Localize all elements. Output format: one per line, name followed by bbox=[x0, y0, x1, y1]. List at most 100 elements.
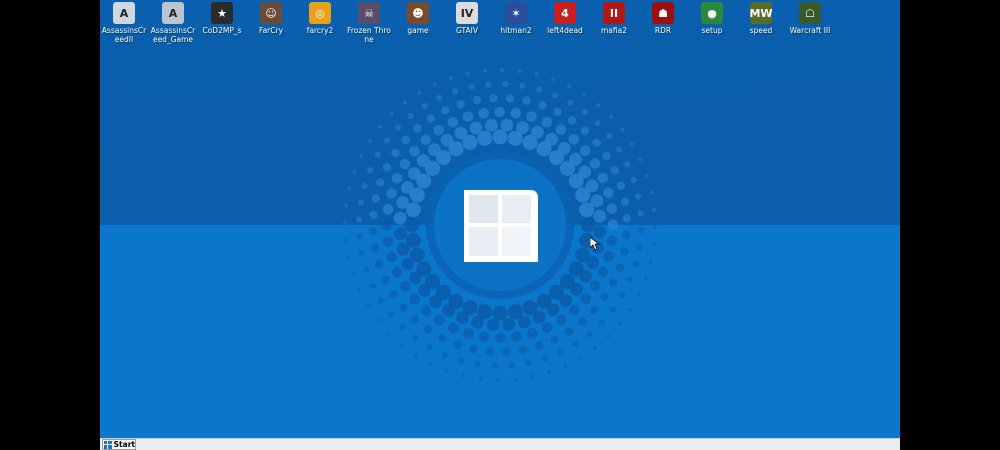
farcry-face-icon: ☺ bbox=[260, 2, 282, 24]
wallpaper-dot bbox=[420, 134, 432, 146]
desktop[interactable]: A AssassinsCreedII A AssassinsCreed_Game ★ Co… bbox=[100, 0, 900, 438]
wallpaper-dot bbox=[538, 101, 547, 110]
wallpaper-dot bbox=[535, 86, 543, 93]
wallpaper-dot bbox=[399, 303, 408, 312]
wallpaper-dot bbox=[471, 316, 484, 329]
desktop-icon-label: RDR bbox=[654, 26, 672, 35]
wallpaper-dot bbox=[438, 333, 447, 343]
wallpaper-dot bbox=[508, 362, 515, 369]
wallpaper-dot bbox=[567, 84, 572, 89]
wallpaper-dot bbox=[489, 94, 498, 103]
desktop-icon-label: left4dead bbox=[547, 26, 583, 35]
wallpaper-dot bbox=[510, 107, 522, 119]
wallpaper-dot bbox=[456, 100, 465, 109]
wallpaper-dot bbox=[500, 118, 514, 132]
wallpaper-dot bbox=[396, 196, 409, 209]
desktop-icon-8[interactable]: ✶ hitman2 bbox=[492, 2, 540, 35]
desktop-icon-label: FarCry bbox=[258, 26, 284, 35]
wallpaper-dot bbox=[628, 307, 633, 312]
wallpaper-dot bbox=[420, 305, 432, 316]
wallpaper-dot bbox=[622, 214, 631, 223]
wallpaper-dot bbox=[484, 119, 498, 132]
wallpaper-dot bbox=[609, 114, 614, 119]
wallpaper-dot bbox=[615, 146, 623, 153]
wallpaper-dot bbox=[452, 88, 459, 95]
wallpaper-dot bbox=[407, 167, 421, 180]
wallpaper-dot bbox=[387, 311, 395, 318]
wallpaper-dot bbox=[606, 203, 618, 214]
desktop-icon-10[interactable]: II mafia2 bbox=[590, 2, 638, 35]
desktop-icon-11[interactable]: ☗ RDR bbox=[639, 2, 687, 35]
desktop-icon-9[interactable]: 4 left4dead bbox=[541, 2, 589, 35]
desktop-icon-0[interactable]: A AssassinsCreedII bbox=[100, 2, 148, 44]
desktop-icon-row: A AssassinsCreedII A AssassinsCreed_Game ★ Co… bbox=[100, 0, 900, 50]
wallpaper-dot bbox=[586, 330, 593, 338]
wallpaper-dot bbox=[389, 289, 398, 299]
wallpaper-dot bbox=[441, 351, 449, 358]
desktop-icon-1[interactable]: A AssassinsCreed_Game bbox=[149, 2, 197, 44]
wallpaper-dot bbox=[638, 157, 643, 162]
desktop-icon-label: Warcraft III bbox=[789, 26, 831, 35]
wallpaper-dot bbox=[603, 187, 614, 199]
wallpaper-dot bbox=[619, 292, 626, 299]
hitman2-icon: ✶ bbox=[505, 2, 527, 24]
desktop-icon-13[interactable]: MW speed bbox=[737, 2, 785, 35]
wallpaper-dot bbox=[518, 345, 528, 355]
wallpaper-dot bbox=[433, 124, 444, 136]
wallpaper-dot bbox=[605, 132, 613, 139]
wallpaper-dot bbox=[617, 321, 622, 326]
wallpaper-dot bbox=[495, 378, 500, 382]
wallpaper-dot bbox=[382, 236, 394, 247]
wallpaper-dot bbox=[505, 94, 515, 103]
desktop-icon-2[interactable]: ★ CoD2MP_s bbox=[198, 2, 246, 35]
desktop-icon-label: CoD2MP_s bbox=[202, 26, 242, 35]
desktop-icon-6[interactable]: ☻ game bbox=[394, 2, 442, 35]
wallpaper-dot bbox=[386, 188, 397, 199]
wallpaper-dot bbox=[545, 132, 558, 146]
wallpaper-dot bbox=[482, 68, 487, 73]
wallpaper-dot bbox=[389, 111, 394, 116]
desktop-icon-7[interactable]: IV GTAIV bbox=[443, 2, 491, 35]
wallpaper-dot bbox=[502, 318, 516, 331]
desktop-icon-3[interactable]: ☺ FarCry bbox=[247, 2, 295, 35]
wallpaper-dot bbox=[541, 355, 548, 362]
assassins-creed-icon: A bbox=[162, 2, 184, 24]
wallpaper-dot bbox=[347, 186, 352, 191]
desktop-icon-14[interactable]: ☖ Warcraft III bbox=[786, 2, 834, 35]
wallpaper-dot bbox=[636, 244, 643, 251]
wallpaper-dot-logo bbox=[343, 68, 657, 382]
wallpaper-dot bbox=[404, 217, 420, 233]
wallpaper-dot bbox=[463, 328, 474, 339]
wallpaper-dot bbox=[363, 266, 370, 273]
wallpaper-dot bbox=[369, 282, 376, 289]
desktop-icon-12[interactable]: ● setup bbox=[688, 2, 736, 35]
wallpaper-dot bbox=[432, 82, 437, 87]
desktop-icon-5[interactable]: ☠ Frozen Throne bbox=[345, 2, 393, 44]
wallpaper-dot bbox=[586, 256, 600, 269]
wallpaper-dot bbox=[351, 272, 355, 277]
wallpaper-dot bbox=[426, 114, 436, 123]
wallpaper-dot bbox=[454, 126, 468, 140]
wallpaper-dot bbox=[396, 242, 410, 256]
wallpaper-dot bbox=[590, 194, 604, 208]
wallpaper-dot bbox=[441, 106, 450, 115]
start-button[interactable]: Start bbox=[102, 439, 136, 450]
wallpaper-dot bbox=[597, 172, 608, 184]
wallpaper-dot bbox=[652, 207, 657, 212]
speed-icon: MW bbox=[749, 2, 773, 24]
setup-icon: ● bbox=[701, 2, 723, 24]
wallpaper-dot bbox=[511, 331, 522, 343]
wallpaper-dot bbox=[352, 169, 357, 174]
wallpaper-dot bbox=[478, 376, 483, 381]
wallpaper-dot bbox=[393, 211, 407, 225]
wallpaper-dot bbox=[361, 182, 368, 190]
wallpaper-dot bbox=[603, 251, 614, 262]
wallpaper-dot bbox=[456, 311, 469, 325]
wallpaper-dot bbox=[399, 281, 411, 292]
wallpaper-dot bbox=[626, 276, 633, 284]
wallpaper-dot bbox=[428, 361, 433, 366]
desktop-icon-4[interactable]: ◎ farcry2 bbox=[296, 2, 344, 35]
wallpaper-dot bbox=[526, 111, 537, 122]
wallpaper-dot bbox=[643, 276, 648, 281]
wallpaper-dot bbox=[637, 210, 644, 217]
